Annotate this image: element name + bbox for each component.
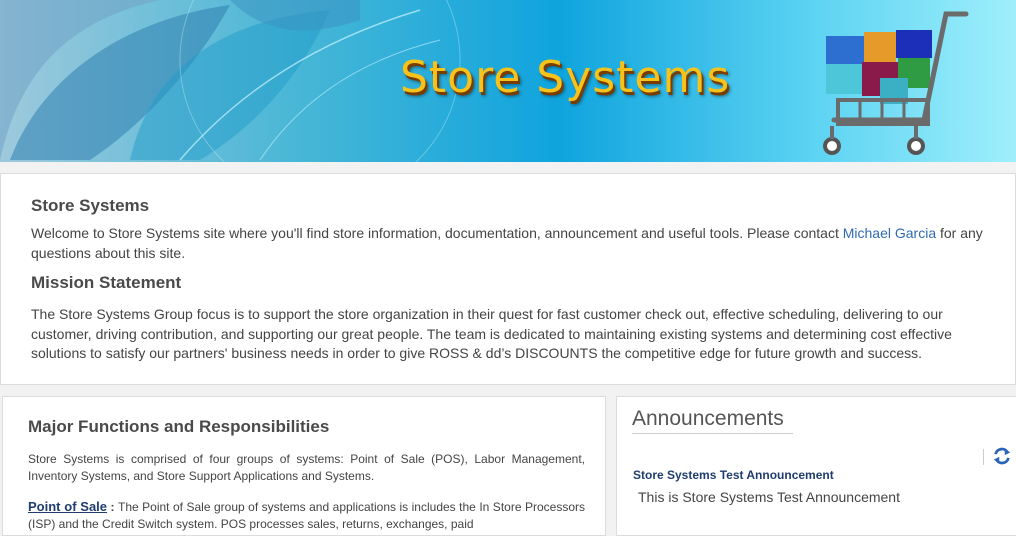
- welcome-text-start: Welcome to Store Systems site where you'…: [31, 225, 843, 241]
- mission-text: The Store Systems Group focus is to supp…: [31, 306, 952, 361]
- intro-panel: Store Systems Welcome to Store Systems s…: [0, 173, 1016, 385]
- banner-title: Store Systems: [400, 52, 731, 103]
- mission-heading: Mission Statement: [31, 273, 182, 292]
- point-of-sale-link[interactable]: Point of Sale: [28, 499, 107, 514]
- toolbar-divider: [983, 449, 984, 465]
- functions-heading: Major Functions and Responsibilities: [28, 417, 330, 436]
- functions-summary: Store Systems is comprised of four group…: [28, 452, 585, 483]
- announcements-title: Announcements: [632, 407, 793, 434]
- pos-paragraph: Point of Sale : The Point of Sale group …: [28, 498, 585, 533]
- announcement-title-link[interactable]: Store Systems Test Announcement: [633, 468, 834, 482]
- pos-separator: :: [107, 500, 118, 514]
- announcements-panel: Announcements Store Systems Test Announc…: [616, 396, 1016, 536]
- site-banner: Store Systems: [0, 0, 1016, 162]
- refresh-icon[interactable]: [991, 445, 1013, 467]
- welcome-text: Welcome to Store Systems site where you'…: [31, 224, 1005, 263]
- intro-heading: Store Systems: [31, 196, 150, 215]
- functions-panel: Major Functions and Responsibilities Sto…: [2, 396, 606, 536]
- shopping-cart-icon: [823, 11, 969, 155]
- announcement-body: This is Store Systems Test Announcement: [638, 489, 900, 505]
- contact-link[interactable]: Michael Garcia: [843, 225, 936, 241]
